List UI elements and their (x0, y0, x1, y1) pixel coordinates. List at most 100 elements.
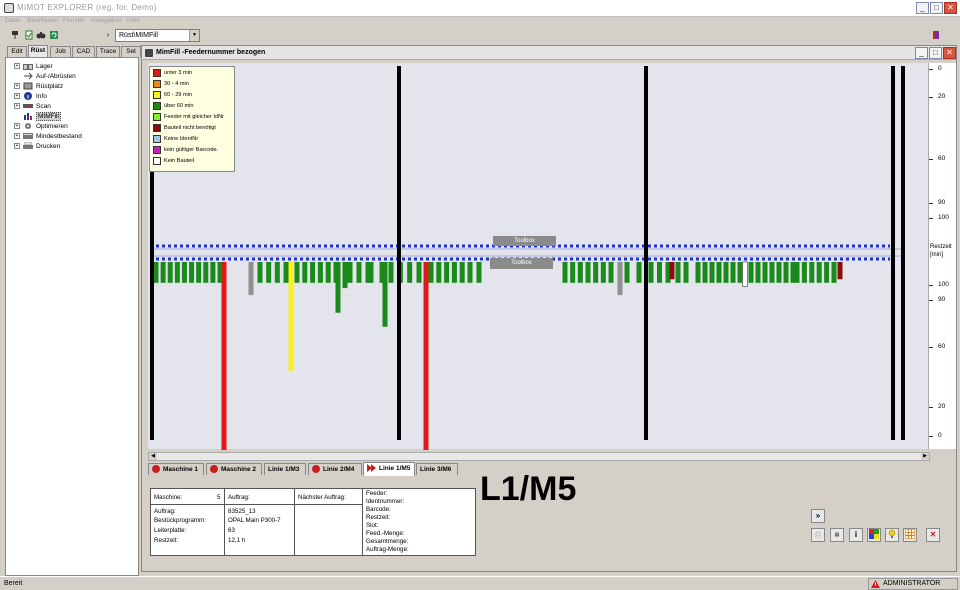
feeder-bar (742, 261, 748, 287)
alert-dot-icon (312, 465, 320, 474)
feeder-bar (669, 262, 675, 280)
tab-linie-3-m6[interactable]: Linie 3/M6 (416, 463, 458, 475)
feeder-bar (388, 262, 394, 283)
feeder-bar (160, 262, 166, 283)
feeder-bar (585, 262, 591, 283)
tab-maschine-1[interactable]: Maschine 1 (148, 463, 204, 475)
machine-separator (901, 66, 905, 440)
feeder-bar (288, 262, 294, 371)
close-panel-button[interactable]: ✕ (926, 528, 940, 542)
legend-entry: Bauteil nicht benötigt (153, 123, 216, 133)
feeder-bar (382, 262, 388, 327)
color-settings-button[interactable] (867, 528, 881, 542)
machine-separator (644, 66, 648, 440)
feeder-bar (570, 262, 576, 283)
legend-entry: unter 3 min (153, 68, 192, 78)
feeder-bar (776, 262, 782, 283)
feeder-bar (153, 262, 159, 283)
feeder-bar (325, 262, 331, 283)
legend-swatch (153, 134, 161, 143)
tick-label: 0 (938, 432, 942, 439)
feeder-bar (600, 262, 606, 283)
grid-button[interactable] (903, 528, 917, 542)
info-button[interactable]: i (849, 528, 863, 542)
feeder-bar (794, 262, 800, 283)
feeder-bar (356, 262, 362, 283)
feeder-bar (167, 262, 173, 283)
auftrag-header: Auftrag: (228, 494, 250, 501)
feeder-bar (730, 262, 736, 283)
tick-label: 60 (938, 343, 946, 350)
status-bar: Bereit ADMINISTRATOR (0, 576, 960, 590)
feeder-bar (257, 262, 263, 283)
feeder-bar (657, 262, 662, 283)
legend-swatch (153, 101, 161, 110)
scroll-right-icon[interactable]: ▶ (921, 453, 929, 460)
tick-label: 90 (938, 199, 946, 206)
tick-label: 100 (938, 214, 949, 221)
legend-entry: 30 - 4 min (153, 79, 189, 89)
feeder-bar (624, 262, 630, 283)
tick-label: 60 (938, 155, 946, 162)
feeder-bar (617, 262, 623, 296)
auftrag-label: Auftrag: (154, 508, 176, 515)
feeder-bar (451, 262, 457, 283)
toolbox-top: Toolbox (493, 236, 556, 246)
bulb-button[interactable] (885, 528, 899, 542)
feeder-bar (181, 262, 187, 283)
legend-swatch (153, 156, 161, 165)
feeder-bar (608, 262, 614, 283)
feeder-bar (716, 262, 722, 283)
feeder-bar (248, 262, 254, 296)
feeder-bar (723, 262, 729, 283)
tab-linie-1-m3[interactable]: Linie 1/M3 (264, 463, 306, 475)
tab-linie-1-m5[interactable]: Linie 1/M5 (363, 462, 415, 476)
expand-panel-button[interactable]: » (811, 509, 825, 523)
legend-swatch (153, 145, 161, 154)
tick-label: 0 (938, 65, 942, 72)
feeder-bar (769, 262, 775, 283)
maschine-value: 5 (217, 494, 221, 501)
feeder-info-panel: Feeder: Identnummer: Barcode: Restzeit: … (362, 488, 476, 556)
feeder-bar (335, 262, 341, 313)
alert-dot-icon (210, 465, 218, 474)
tab-maschine-2[interactable]: Maschine 2 (206, 463, 262, 475)
legend-entry: Keine IdentNr (153, 134, 198, 144)
legend-entry: Kein Bauteil (153, 156, 194, 166)
feeder-bar (310, 262, 316, 283)
legend: unter 3 min 30 - 4 min 60 - 29 min über … (149, 66, 235, 172)
feeder-bar (837, 262, 843, 280)
legend-entry: 60 - 29 min (153, 90, 192, 100)
feeder-bar (577, 262, 583, 283)
feeder-bar (762, 262, 768, 283)
axis-title: Restzeit [min] (930, 244, 952, 258)
legend-entry: über 60 min (153, 101, 194, 111)
feeder-bar (210, 262, 216, 283)
legend-swatch (153, 90, 161, 99)
print-button[interactable]: ⎙ (811, 528, 825, 542)
feeder-bar (317, 262, 323, 283)
layout-button[interactable]: ▤ (830, 528, 844, 542)
tick-label: 100 (938, 281, 949, 288)
restzeit-label: Restzeit: (154, 537, 179, 544)
feeder-bar (702, 262, 708, 283)
scroll-left-icon[interactable]: ◀ (149, 453, 157, 460)
horizontal-scrollbar[interactable]: ◀ ▶ (148, 452, 930, 461)
naechster-auftrag-header: Nächster Auftrag: (298, 494, 346, 501)
feeder-bar (816, 262, 822, 283)
lightbulb-icon (888, 529, 896, 538)
feeder-bar (783, 262, 789, 283)
tab-linie-2-m4[interactable]: Linie 2/M4 (308, 463, 362, 475)
legend-entry: kein gültiger Barcode. (153, 145, 218, 155)
legend-swatch (153, 79, 161, 88)
auftrag-value: 83525_13 (228, 508, 256, 515)
double-arrow-icon (367, 464, 376, 473)
restzeit-axis: 0 20 60 90 100 Restzeit [min] 100 90 60 … (928, 63, 956, 449)
feeder-bar (407, 262, 413, 283)
leiterplatte-label: Leiterplatte: (154, 527, 187, 534)
palette-icon (869, 529, 879, 539)
feeder-bar (737, 262, 743, 283)
programm-label: Bestückprogramm: (154, 517, 206, 524)
feeder-bar (695, 262, 701, 283)
feeder-bar (423, 262, 429, 450)
